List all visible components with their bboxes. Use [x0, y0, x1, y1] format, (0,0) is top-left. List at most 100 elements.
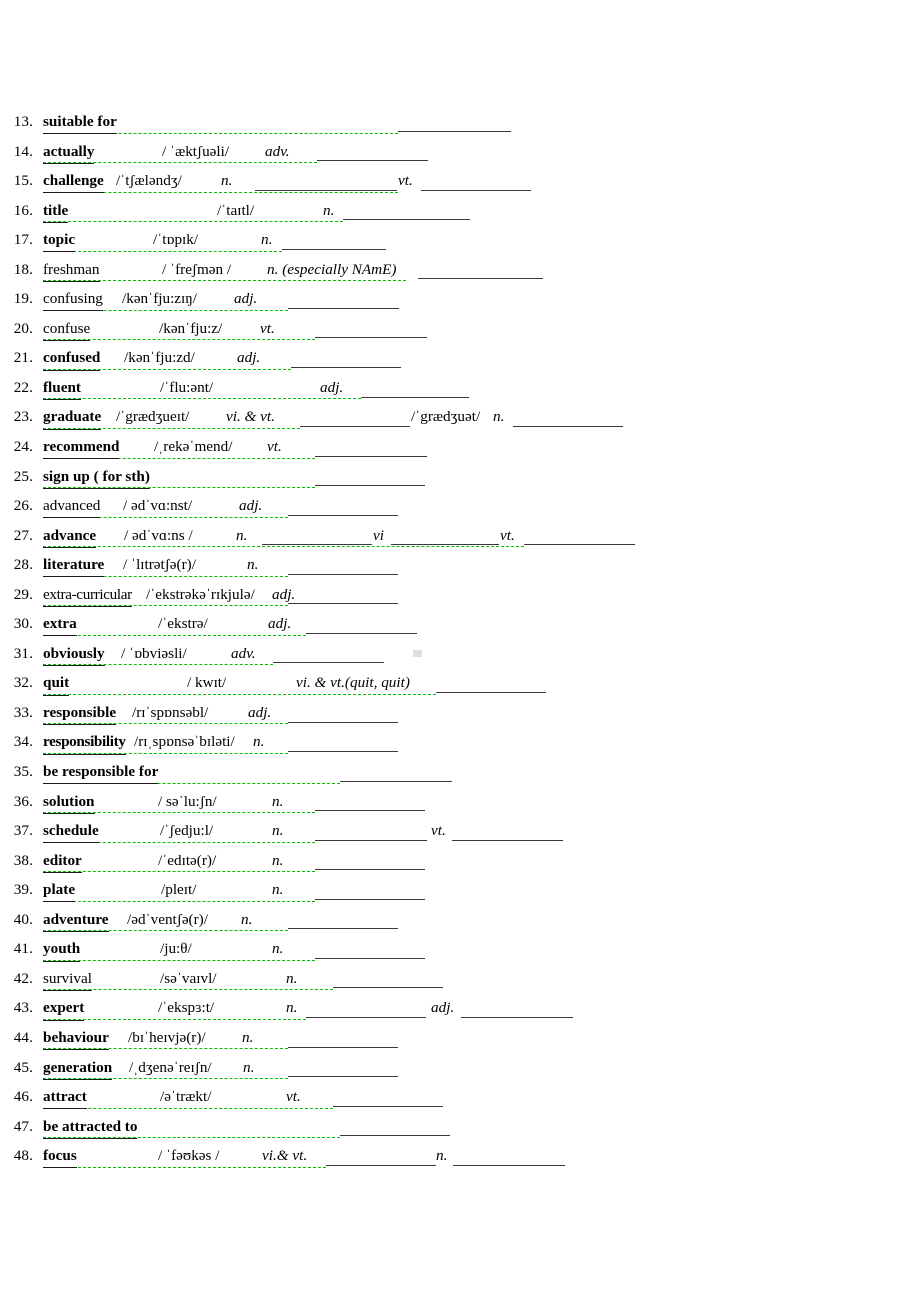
item-number: 15. — [13, 172, 33, 190]
answer-blank[interactable] — [340, 1135, 450, 1137]
answer-blank[interactable] — [288, 1046, 398, 1048]
pronunciation: / ˈfəʊkəs / — [158, 1147, 220, 1165]
pronunciation: /rɪˌspɒnsəˈbɪləti/ — [134, 733, 235, 751]
pronunciation-secondary: /ˈgrædʒuət/ — [411, 408, 481, 426]
item-number: 20. — [13, 319, 33, 337]
answer-blank[interactable] — [513, 426, 623, 428]
pronunciation: /kənˈfju:z/ — [159, 319, 223, 337]
vocabulary-row: 26. advanced / ədˈvɑ:nst/adj. — [0, 496, 920, 526]
pronunciation: /ˈekspɜ:t/ — [158, 999, 215, 1017]
answer-blank[interactable] — [306, 1017, 426, 1018]
vocabulary-row: 28. literature / ˈlɪtrətʃə(r)/ n. — [0, 555, 920, 585]
answer-blank[interactable] — [288, 514, 398, 516]
part-of-speech: adj. — [239, 497, 263, 515]
headword: extra — [43, 614, 77, 637]
row-content: topic/ˈtɒpɪk/n. — [43, 230, 920, 253]
answer-blank[interactable] — [315, 485, 425, 487]
headword: be attracted to — [43, 1117, 138, 1139]
answer-blank[interactable] — [391, 544, 499, 546]
answer-blank[interactable] — [255, 189, 397, 191]
pronunciation: /ˈedɪtə(r)/ — [158, 851, 217, 869]
answer-blank[interactable] — [333, 1105, 443, 1107]
vocabulary-row: 33. responsible/rɪˈspɒnsəbl/adj. — [0, 703, 920, 733]
row-content: literature / ˈlɪtrətʃə(r)/ n. — [43, 555, 920, 578]
item-number: 28. — [13, 556, 33, 574]
item-number: 21. — [13, 349, 33, 367]
part-of-speech: adj. — [248, 703, 272, 721]
answer-blank[interactable] — [317, 160, 428, 162]
part-of-speech: n. — [253, 733, 265, 751]
headword: fluent — [43, 378, 81, 401]
answer-blank[interactable] — [421, 189, 531, 191]
part-of-speech-secondary: adj. — [431, 999, 455, 1017]
part-of-speech-secondary: vt. — [431, 822, 446, 840]
row-content: survival/səˈvaɪvl/n. — [43, 969, 920, 992]
answer-blank[interactable] — [300, 426, 410, 428]
answer-blank[interactable] — [340, 780, 452, 782]
headword: be responsible for — [43, 762, 159, 785]
answer-blank[interactable] — [273, 662, 384, 664]
answer-blank[interactable] — [288, 751, 398, 753]
answer-blank[interactable] — [315, 839, 427, 841]
answer-blank[interactable] — [418, 278, 543, 280]
headword: recommend — [43, 437, 120, 460]
answer-blank[interactable] — [524, 544, 635, 546]
answer-blank[interactable] — [326, 1164, 436, 1166]
row-content: schedule/ˈʃedju:l/n. vt. — [43, 821, 920, 844]
item-number: 46. — [13, 1088, 33, 1106]
answer-blank[interactable] — [461, 1017, 573, 1018]
answer-blank[interactable] — [306, 632, 417, 634]
item-number: 39. — [13, 881, 33, 899]
pronunciation: /səˈvaɪvl/ — [160, 969, 217, 987]
answer-blank[interactable] — [315, 337, 427, 339]
answer-blank[interactable] — [262, 544, 372, 546]
part-of-speech: n. — [272, 792, 284, 810]
answer-blank[interactable] — [453, 1164, 565, 1166]
part-of-speech: n. — [241, 910, 253, 928]
spellcheck-underline — [43, 398, 361, 400]
row-content: behaviour/bɪˈheɪvjə(r)/ n. — [43, 1028, 920, 1051]
item-number: 25. — [13, 467, 33, 485]
answer-blank[interactable] — [282, 248, 386, 250]
answer-blank[interactable] — [315, 869, 425, 871]
vocabulary-row: 36. solution / səˈlu:ʃn/n. — [0, 792, 920, 822]
answer-blank[interactable] — [315, 898, 425, 900]
answer-blank[interactable] — [291, 366, 401, 368]
answer-blank[interactable] — [333, 987, 443, 989]
vocabulary-row: 29. extra-curricular/ˈekstrəkəˈrɪkjulə/ad… — [0, 585, 920, 615]
headword: advance — [43, 526, 97, 548]
pronunciation: / səˈlu:ʃn/ — [158, 792, 217, 810]
answer-blank[interactable] — [343, 219, 470, 221]
part-of-speech: n. — [323, 201, 335, 219]
item-number: 47. — [13, 1117, 33, 1135]
part-of-speech: n. — [242, 1028, 254, 1046]
spellcheck-underline — [43, 546, 524, 548]
vocabulary-row: 34. responsibility/rɪˌspɒnsəˈbɪləti/n. — [0, 732, 920, 762]
answer-blank[interactable] — [288, 603, 398, 605]
headword: advanced — [43, 496, 101, 519]
item-number: 14. — [13, 142, 33, 160]
pronunciation: /ədˈventʃə(r)/ — [127, 910, 208, 928]
part-of-speech: adj. — [234, 290, 258, 308]
answer-blank[interactable] — [452, 839, 563, 841]
answer-blank[interactable] — [288, 1076, 398, 1078]
answer-blank[interactable] — [288, 573, 398, 575]
answer-blank[interactable] — [361, 396, 469, 398]
answer-blank[interactable] — [288, 307, 399, 309]
item-number: 40. — [13, 910, 33, 928]
part-of-speech: vt. — [260, 319, 275, 337]
answer-blank[interactable] — [315, 810, 425, 812]
answer-blank[interactable] — [288, 721, 398, 723]
answer-blank[interactable] — [288, 928, 398, 930]
item-number: 41. — [13, 940, 33, 958]
part-of-speech: n. — [286, 969, 298, 987]
answer-blank[interactable] — [436, 691, 546, 693]
answer-blank[interactable] — [315, 455, 427, 457]
pronunciation: /bɪˈheɪvjə(r)/ — [128, 1028, 206, 1046]
row-content: attract/əˈtrækt/vt. — [43, 1087, 920, 1110]
item-number: 19. — [13, 290, 33, 308]
headword: adventure — [43, 910, 109, 932]
answer-blank[interactable] — [398, 130, 511, 132]
item-number: 42. — [13, 969, 33, 987]
answer-blank[interactable] — [315, 957, 425, 959]
